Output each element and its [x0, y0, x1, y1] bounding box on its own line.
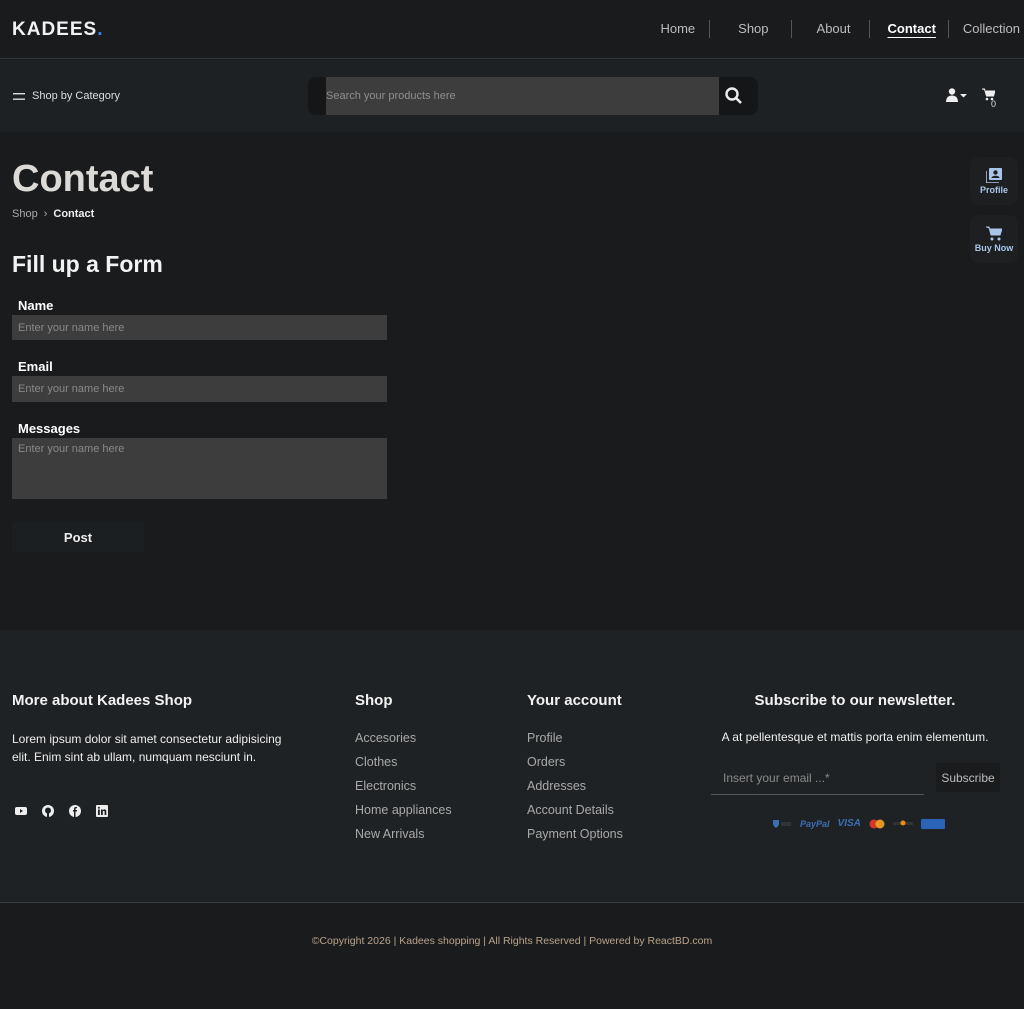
name-input[interactable] — [12, 315, 387, 340]
breadcrumb-shop[interactable]: Shop — [12, 208, 38, 220]
footer-link[interactable]: Payment Options — [527, 826, 623, 842]
footer-link[interactable]: Profile — [527, 730, 623, 746]
footer-link[interactable]: Orders — [527, 754, 623, 770]
messages-label: Messages — [18, 421, 81, 436]
payment-methods: PayPal VISA — [772, 818, 945, 829]
email-label: Email — [18, 359, 53, 374]
form-title: Fill up a Form — [12, 251, 163, 277]
footer-link[interactable]: Accesories — [355, 730, 452, 746]
newsletter-title: Subscribe to our newsletter. — [754, 692, 956, 709]
email-input[interactable] — [12, 376, 387, 402]
footer-link[interactable]: Clothes — [355, 754, 452, 770]
footer-link[interactable]: New Arrivals — [355, 826, 452, 842]
main-nav: Home Shop About Contact Collection — [646, 20, 1020, 38]
footer-link[interactable]: Account Details — [527, 802, 623, 818]
buy-now-side-button[interactable]: Buy Now — [970, 215, 1018, 263]
youtube-icon[interactable] — [14, 804, 28, 818]
profile-icon — [986, 167, 1002, 183]
footer-account-title: Your account — [527, 692, 622, 709]
name-label: Name — [18, 298, 54, 313]
cart-count: 0 — [991, 99, 997, 109]
menu-icon — [13, 92, 25, 100]
cart-icon — [986, 226, 1002, 240]
subscribe-button[interactable]: Subscribe — [936, 763, 1000, 792]
visa-logo: VISA — [837, 818, 861, 829]
mastercard-icon — [869, 819, 885, 828]
paypal-logo: PayPal — [800, 818, 830, 829]
social-links — [14, 804, 109, 818]
search-icon[interactable] — [724, 86, 744, 106]
search-input[interactable] — [326, 77, 719, 115]
discover-icon — [892, 820, 913, 825]
messages-textarea[interactable] — [12, 438, 387, 499]
footer-shop-links: Accesories Clothes Electronics Home appl… — [355, 730, 452, 842]
nav-contact[interactable]: Contact — [870, 20, 949, 38]
newsletter-email-input[interactable] — [711, 762, 924, 795]
linkedin-icon[interactable] — [95, 804, 109, 818]
user-icon[interactable] — [946, 88, 968, 102]
logo[interactable]: KADEES. — [12, 19, 103, 41]
footer-account-links: Profile Orders Addresses Account Details… — [527, 730, 623, 842]
footer-link[interactable]: Addresses — [527, 778, 623, 794]
secure-shield-icon — [773, 819, 791, 828]
footer-link[interactable]: Home appliances — [355, 802, 452, 818]
post-button[interactable]: Post — [12, 522, 144, 552]
breadcrumb-current: Contact — [53, 208, 95, 220]
chevron-right-icon: › — [43, 208, 48, 220]
nav-shop[interactable]: Shop — [710, 20, 792, 38]
footer-shop-title: Shop — [355, 692, 393, 709]
amex-icon — [920, 818, 945, 829]
shop-by-category-button[interactable]: Shop by Category — [13, 90, 120, 102]
newsletter-text: A at pellentesque et mattis porta enim e… — [721, 730, 989, 744]
footer-about-text: Lorem ipsum dolor sit amet consectetur a… — [12, 732, 282, 764]
breadcrumb: Shop › Contact — [12, 208, 94, 220]
github-icon[interactable] — [41, 804, 55, 818]
profile-side-button[interactable]: Profile — [970, 157, 1018, 205]
page-title: Contact — [12, 158, 154, 200]
nav-collection[interactable]: Collection — [949, 20, 1020, 38]
nav-about[interactable]: About — [792, 20, 870, 38]
footer-link[interactable]: Electronics — [355, 778, 452, 794]
search-bar — [308, 77, 758, 115]
facebook-icon[interactable] — [68, 804, 82, 818]
nav-home[interactable]: Home — [646, 20, 711, 38]
copyright: ©Copyright 2026 | Kadees shopping | All … — [311, 935, 713, 947]
footer-about-title: More about Kadees Shop — [12, 692, 193, 709]
